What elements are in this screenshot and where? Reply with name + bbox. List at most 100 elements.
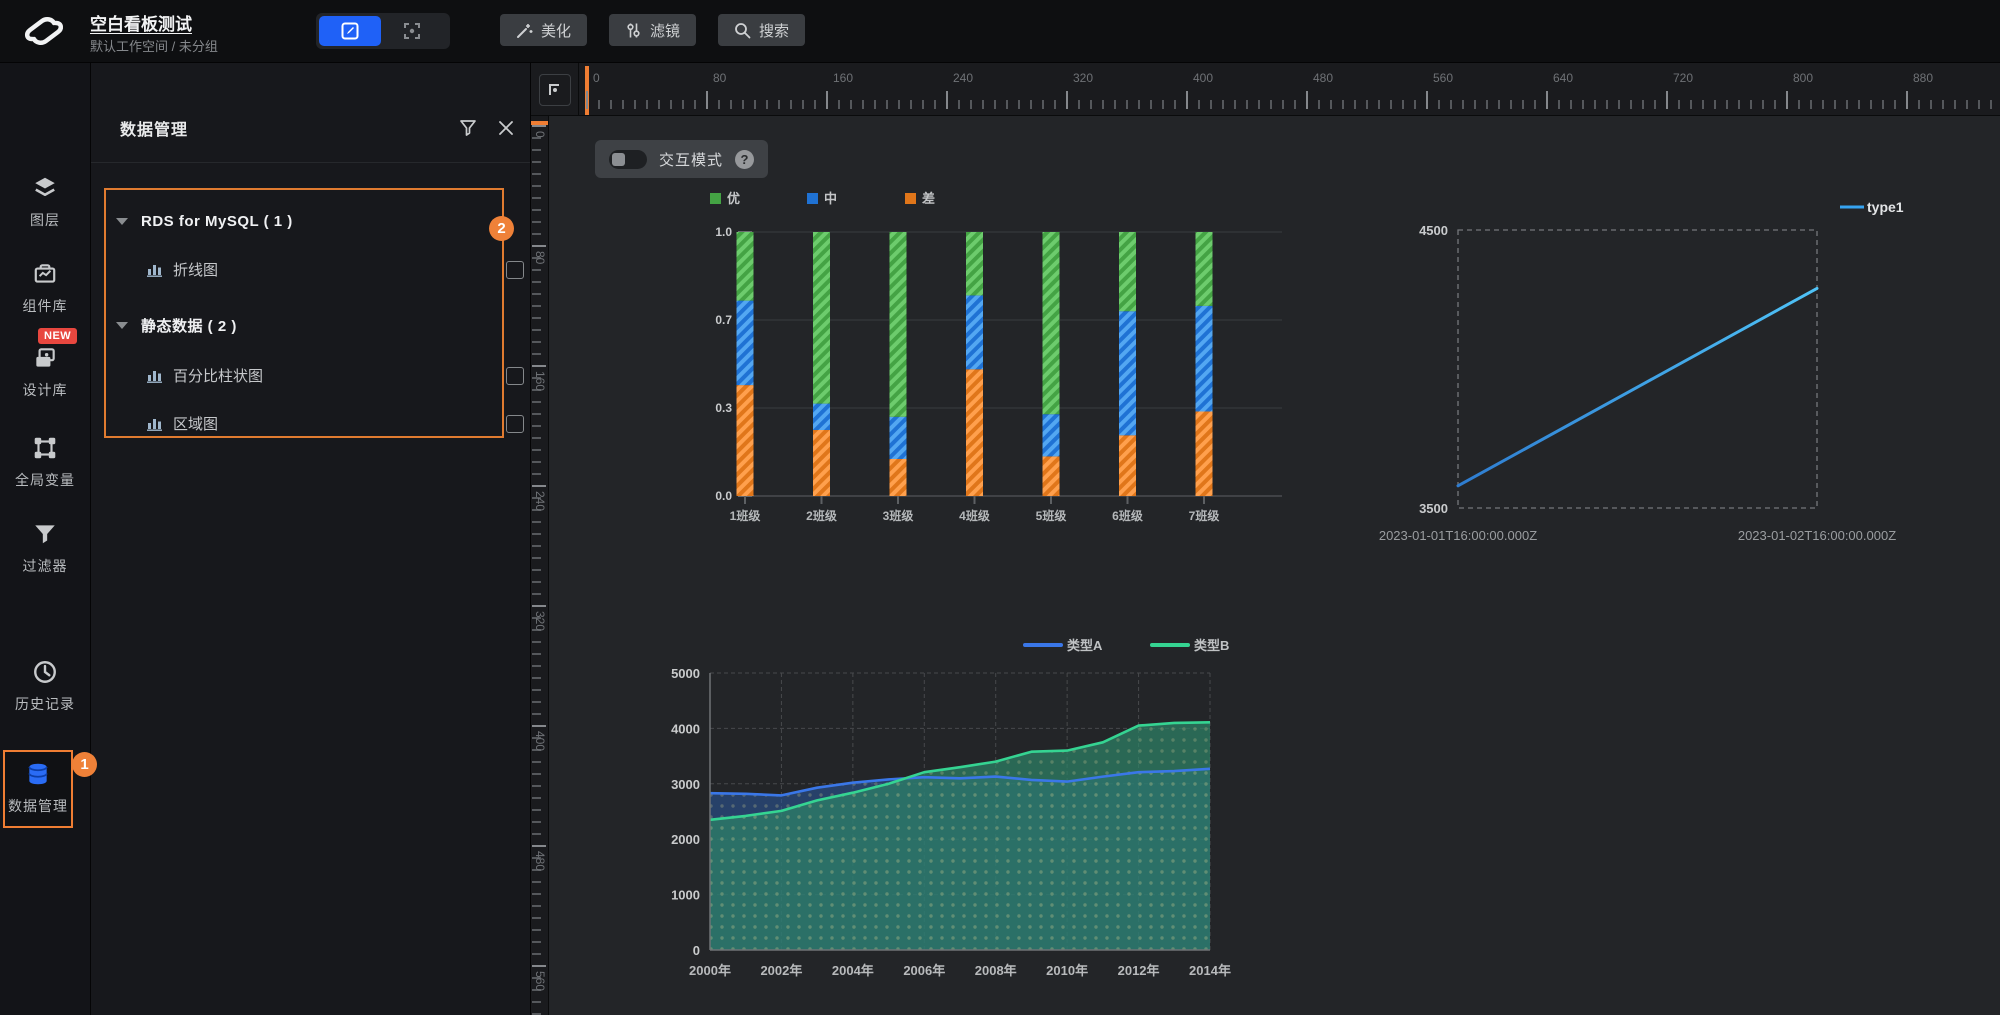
svg-text:0.0: 0.0 <box>715 489 732 503</box>
svg-text:2000: 2000 <box>671 832 700 847</box>
sliders-icon <box>625 22 642 39</box>
svg-text:4500: 4500 <box>1419 223 1448 238</box>
svg-text:2002年: 2002年 <box>760 963 802 978</box>
search-label: 搜索 <box>759 20 789 41</box>
dataset-checkbox[interactable] <box>506 261 524 279</box>
ruler-h-label: 800 <box>1793 71 1813 85</box>
ruler-v-major-tick <box>532 485 546 487</box>
filter-label: 滤镜 <box>650 20 680 41</box>
svg-text:1.0: 1.0 <box>715 225 732 239</box>
interact-mode-toggle[interactable] <box>609 150 647 169</box>
sidebar-item-data[interactable]: 数据管理1 <box>3 750 73 828</box>
svg-text:2班级: 2班级 <box>806 508 837 523</box>
sidebar-item-layers[interactable]: 图层 <box>0 174 90 230</box>
sidebar-item-history[interactable]: 历史记录 <box>0 658 90 714</box>
tree-item-label: 区域图 <box>173 413 218 434</box>
sidebar-item-label: 全局变量 <box>15 470 75 490</box>
vertical-ruler: 080160240320400480560 <box>530 115 549 1015</box>
tree-dataset-item[interactable]: 百分比柱状图 <box>106 360 542 390</box>
ruler-h-major-tick <box>1546 91 1548 109</box>
panel-title: 数据管理 <box>120 116 188 140</box>
horizontal-ruler: 080160240320400480560640720800880 <box>578 62 2000 116</box>
svg-text:5000: 5000 <box>671 666 700 681</box>
dataset-checkbox[interactable] <box>506 415 524 433</box>
beautify-button[interactable]: 美化 <box>500 14 587 46</box>
sidebar-item-label: 过滤器 <box>23 556 68 576</box>
sidebar-item-variables[interactable]: 全局变量 <box>0 434 90 490</box>
svg-text:差: 差 <box>922 191 935 206</box>
search-button[interactable]: 搜索 <box>718 14 805 46</box>
panel-close-icon[interactable] <box>496 118 516 138</box>
edit-mode-button[interactable] <box>319 16 381 46</box>
ruler-h-label: 320 <box>1073 71 1093 85</box>
svg-text:2004年: 2004年 <box>832 963 874 978</box>
components-icon <box>32 260 58 288</box>
tree-dataset-item[interactable]: 折线图 <box>106 254 542 284</box>
svg-text:3班级: 3班级 <box>883 508 914 523</box>
workspace-breadcrumb: 默认工作空间 / 未分组 <box>90 36 218 55</box>
panel-divider <box>90 162 530 163</box>
sidebar-item-design[interactable]: 设计库NEW <box>0 344 90 400</box>
svg-text:2008年: 2008年 <box>975 963 1017 978</box>
top-header: 空白看板测试 默认工作空间 / 未分组 <box>0 0 2000 63</box>
tree-dataset-item[interactable]: 区域图 <box>106 408 542 438</box>
caret-down-icon[interactable] <box>116 218 128 225</box>
sidebar-item-label: 数据管理 <box>8 796 68 816</box>
preview-mode-button[interactable] <box>381 16 443 46</box>
ruler-v-label: 0 <box>533 131 547 138</box>
svg-text:2014年: 2014年 <box>1189 963 1231 978</box>
svg-text:0.3: 0.3 <box>715 401 732 415</box>
ruler-h-major-tick <box>1186 91 1188 109</box>
help-icon[interactable]: ? <box>735 150 754 169</box>
filters-icon <box>32 520 58 548</box>
percent-stacked-bar-chart[interactable]: 优 中 差1.00.70.30.01班级2班级3班级4班级5班级6班级7班级 <box>690 185 1290 545</box>
tree-group[interactable]: RDS for MySQL ( 1 )2 <box>106 206 502 236</box>
svg-text:6班级: 6班级 <box>1112 508 1143 523</box>
dashboard-title[interactable]: 空白看板测试 <box>90 10 192 35</box>
design-icon <box>32 344 58 372</box>
sidebar-item-filters[interactable]: 过滤器 <box>0 520 90 576</box>
dataset-checkbox[interactable] <box>506 367 524 385</box>
app-logo-icon[interactable] <box>18 9 70 53</box>
caret-down-icon[interactable] <box>116 322 128 329</box>
svg-text:0.7: 0.7 <box>715 313 732 327</box>
ruler-h-major-tick <box>1906 91 1908 109</box>
svg-text:4000: 4000 <box>671 721 700 736</box>
ruler-h-major-tick <box>1426 91 1428 109</box>
panel-filter-icon[interactable] <box>458 118 478 138</box>
interact-mode-control: 交互模式 ? <box>595 140 768 178</box>
ruler-h-label: 0 <box>593 71 600 85</box>
ruler-h-major-tick <box>1306 91 1308 109</box>
svg-text:2000年: 2000年 <box>689 963 731 978</box>
step-badge-1: 1 <box>72 752 97 777</box>
svg-text:类型A: 类型A <box>1067 638 1103 653</box>
interact-mode-label: 交互模式 <box>659 149 723 170</box>
ruler-h-label: 720 <box>1673 71 1693 85</box>
ruler-h-label: 640 <box>1553 71 1573 85</box>
ruler-h-major-tick <box>706 91 708 109</box>
ruler-h-label: 80 <box>713 71 726 85</box>
ruler-v-major-tick <box>532 125 546 127</box>
sidebar-item-components[interactable]: 组件库 <box>0 260 90 316</box>
ruler-h-label: 480 <box>1313 71 1333 85</box>
ruler-settings-button[interactable] <box>539 74 571 106</box>
left-sidebar: 图层 组件库 设计库NEW 全局变量 过滤器 历史记录 数据管理1 <box>0 62 91 1015</box>
ruler-h-label: 240 <box>953 71 973 85</box>
ruler-h-major-tick <box>586 91 588 109</box>
tree-group[interactable]: 静态数据 ( 2 ) <box>106 310 502 340</box>
tree-item-label: 百分比柱状图 <box>173 365 263 386</box>
ruler-h-label: 560 <box>1433 71 1453 85</box>
filter-effects-button[interactable]: 滤镜 <box>609 14 696 46</box>
ruler-v-label: 240 <box>533 491 547 511</box>
ruler-h-label: 160 <box>833 71 853 85</box>
line-chart[interactable]: 4500 3500 type1 2023-01-01T16:00:00.000Z… <box>1340 150 1980 550</box>
ruler-corner <box>530 62 579 116</box>
ruler-h-major-tick <box>1066 91 1068 109</box>
tree-group-label: RDS for MySQL ( 1 ) <box>141 213 293 230</box>
canvas-stage[interactable]: 交互模式 ? 优 中 差1.00.70.30.01班级2班级3班级4班级5班级6… <box>548 115 2000 1015</box>
svg-text:type1: type1 <box>1867 199 1904 215</box>
bar-chart-icon <box>146 367 163 384</box>
area-chart[interactable]: 5000400030002000100002000年2002年2004年2006… <box>640 625 1290 1005</box>
data-icon <box>25 760 51 788</box>
beautify-label: 美化 <box>541 20 571 41</box>
